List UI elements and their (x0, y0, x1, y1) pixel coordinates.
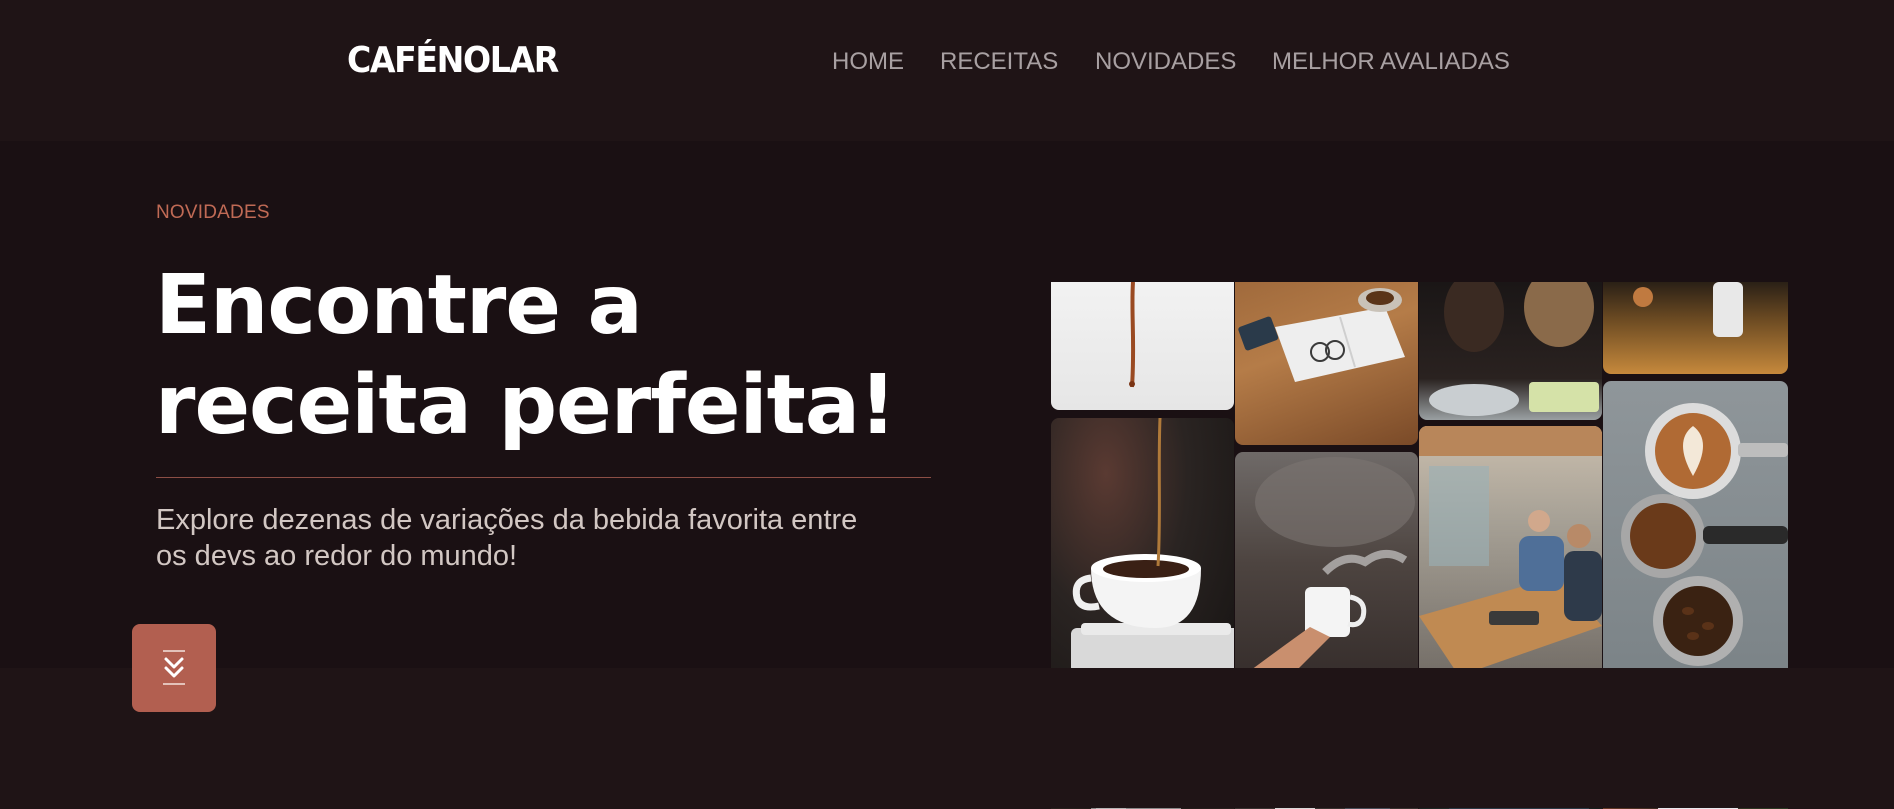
office-graphic (1419, 426, 1602, 676)
scroll-down-button[interactable] (132, 624, 216, 712)
nav-home-link[interactable]: HOME (832, 48, 904, 76)
latte-beans-photo (1603, 381, 1788, 695)
office-team-photo (1419, 426, 1602, 692)
hero-title-line-1: Encontre a (155, 258, 643, 353)
hero-description-line-1: Explore dezenas de variações da bebida f… (156, 504, 858, 536)
nav-novidades-link[interactable]: NOVIDADES (1095, 48, 1236, 76)
latte-beans-graphic (1621, 403, 1788, 666)
hero-description-line-2: os devs ao redor do mundo! (156, 540, 518, 572)
hero-description: Explore dezenas de variações da bebida f… (156, 502, 946, 574)
hero-title: Encontre a receita perfeita! (155, 256, 935, 456)
hero-title-line-2: receita perfeita! (155, 358, 897, 453)
hero-divider (156, 477, 931, 478)
barista-counter-photo (1603, 282, 1788, 374)
nav-melhor-avaliadas-link[interactable]: MELHOR AVALIADAS (1272, 48, 1510, 76)
coffee-cup-pour-photo (1051, 418, 1234, 696)
nav-receitas-link[interactable]: RECEITAS (940, 48, 1058, 76)
hero-eyebrow: NOVIDADES (156, 202, 270, 223)
hero-section: NOVIDADES Encontre a receita perfeita! E… (0, 141, 1894, 809)
coffee-pouring-photo (1051, 282, 1234, 410)
notebook-graphic (1238, 288, 1405, 382)
counter-graphic (1633, 282, 1743, 337)
coffee-stream-graphic (1129, 282, 1136, 388)
double-chevron-down-icon (163, 650, 185, 685)
desk-notebook-photo (1235, 282, 1418, 445)
site-header: CAFÉNOLAR HOME RECEITAS NOVIDADES MELHOR… (0, 0, 1894, 141)
people-lunch-photo (1419, 282, 1602, 420)
site-logo[interactable]: CAFÉNOLAR (347, 40, 559, 81)
page-footer-area (0, 668, 1894, 808)
lunch-graphic (1429, 282, 1599, 416)
coffee-cup-graphic (1071, 418, 1234, 673)
